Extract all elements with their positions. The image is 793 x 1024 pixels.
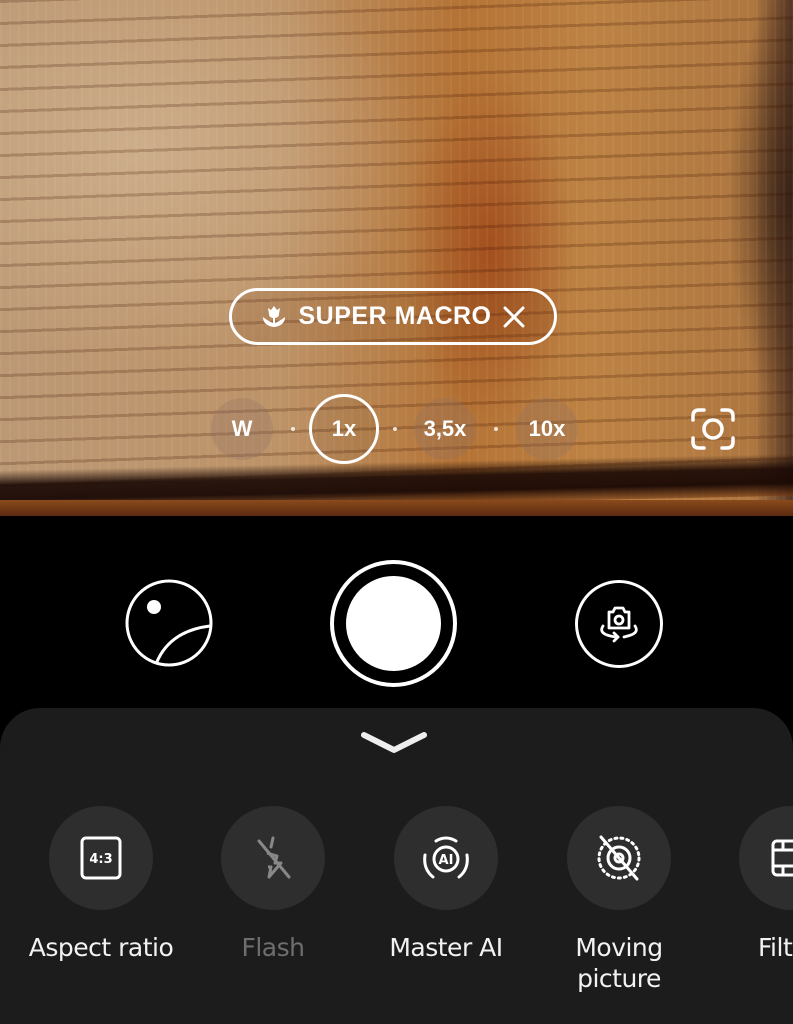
gallery-button[interactable] bbox=[125, 579, 213, 667]
zoom-selector: W 1x 3,5x 10x bbox=[0, 394, 793, 464]
flash-button[interactable] bbox=[221, 806, 325, 910]
collapse-sheet-button[interactable] bbox=[356, 725, 432, 761]
zoom-button-10x[interactable]: 10x bbox=[516, 398, 578, 460]
flower-macro-icon bbox=[260, 303, 288, 331]
option-master-ai[interactable]: AI Master AI bbox=[361, 806, 531, 963]
lens-focus-icon bbox=[691, 408, 735, 450]
shutter-button[interactable] bbox=[330, 560, 457, 687]
moving-picture-off-icon bbox=[597, 835, 641, 881]
lens-focus-button[interactable] bbox=[689, 406, 737, 452]
super-macro-badge[interactable]: SUPER MACRO bbox=[229, 288, 557, 345]
zoom-separator-dot bbox=[494, 427, 498, 431]
option-label: Flash bbox=[241, 933, 305, 962]
shutter-icon bbox=[346, 576, 441, 671]
super-macro-label: SUPER MACRO bbox=[298, 302, 492, 330]
master-ai-icon-text: AI bbox=[439, 853, 454, 868]
filter-button[interactable] bbox=[739, 806, 793, 910]
zoom-label: 3,5x bbox=[423, 416, 467, 441]
aspect-ratio-icon-text: 4:3 bbox=[89, 852, 112, 867]
option-label: Aspect ratio bbox=[28, 933, 174, 962]
zoom-label: W bbox=[231, 416, 253, 441]
option-aspect-ratio[interactable]: 4:3 Aspect ratio bbox=[16, 806, 186, 963]
flash-off-icon bbox=[257, 836, 291, 879]
switch-camera-icon bbox=[600, 606, 638, 643]
aspect-ratio-button[interactable]: 4:3 bbox=[49, 806, 153, 910]
option-filter[interactable]: Filt bbox=[706, 806, 793, 963]
gallery-thumbnail-icon bbox=[125, 579, 213, 667]
master-ai-button[interactable]: AI bbox=[394, 806, 498, 910]
zoom-button-1x[interactable]: 1x bbox=[309, 394, 379, 464]
moving-picture-button[interactable] bbox=[567, 806, 671, 910]
option-flash[interactable]: Flash bbox=[188, 806, 358, 963]
chevron-down-icon bbox=[361, 732, 427, 753]
option-label-line: picture bbox=[577, 964, 661, 993]
zoom-button-3-5x[interactable]: 3,5x bbox=[414, 398, 476, 460]
zoom-separator-dot bbox=[291, 427, 295, 431]
option-label: Master AI bbox=[389, 933, 503, 962]
aspect-ratio-icon: 4:3 bbox=[80, 836, 122, 880]
zoom-label: 10x bbox=[528, 416, 566, 441]
filter-icon bbox=[771, 839, 793, 877]
option-label: Filt bbox=[758, 933, 793, 962]
option-label: Moving picture bbox=[534, 932, 704, 994]
zoom-label: 1x bbox=[331, 416, 357, 441]
viewfinder-bottom-edge bbox=[0, 500, 793, 516]
close-icon[interactable] bbox=[502, 305, 526, 329]
master-ai-icon: AI bbox=[423, 836, 469, 879]
switch-camera-button[interactable] bbox=[575, 580, 663, 668]
option-label-line: Moving bbox=[575, 933, 663, 962]
option-moving-picture[interactable]: Moving picture bbox=[534, 806, 704, 994]
zoom-separator-dot bbox=[393, 427, 397, 431]
zoom-button-wide[interactable]: W bbox=[211, 398, 273, 460]
